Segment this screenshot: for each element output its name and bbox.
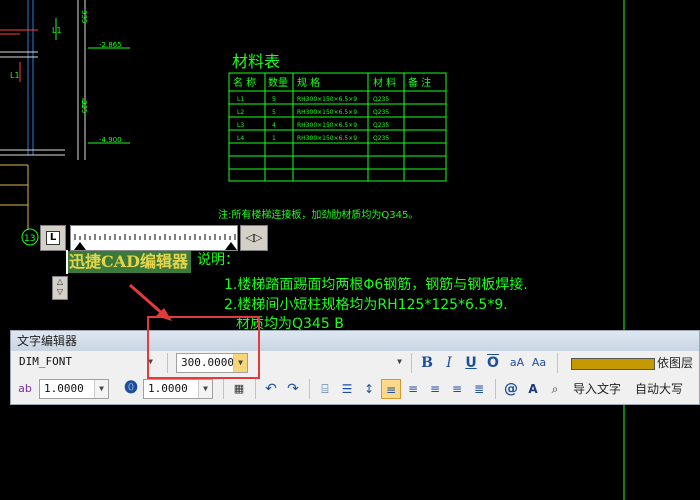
table-cell: L3: [237, 122, 244, 129]
drawing-note: 注:所有楼梯连接板，加劲肋材质均为Q345。: [218, 208, 418, 221]
beam-label-l1-top: L1: [52, 26, 62, 35]
width-factor-icon: ab: [18, 382, 32, 395]
dimension-label: 335: [80, 100, 88, 113]
table-header-cell: 数量: [268, 76, 288, 89]
ruler-bar[interactable]: [70, 225, 238, 251]
find-icon[interactable]: ⌕: [545, 379, 565, 399]
chevron-down-icon[interactable]: ▼: [198, 380, 212, 398]
right-indent-marker: [225, 242, 237, 250]
symbol-icon[interactable]: ▦: [229, 379, 249, 399]
table-header-cell: 规 格: [297, 76, 320, 89]
color-swatch[interactable]: [571, 358, 655, 370]
font-value: DIM_FONT: [19, 355, 72, 368]
table-cell: 5: [272, 109, 276, 116]
overline-button[interactable]: O: [483, 353, 503, 373]
tab-stop-icon: L: [46, 231, 60, 245]
justify-icon[interactable]: ≡: [447, 379, 467, 399]
table-cell: RH300×150×6.5×9: [297, 109, 357, 116]
panel-title: 文字编辑器: [11, 331, 699, 351]
table-cell: Q235: [373, 135, 389, 142]
dimension-label: 335: [80, 10, 88, 23]
divider: [223, 379, 224, 399]
uppercase-button[interactable]: aA: [507, 353, 527, 373]
table-header-cell: 名 称: [233, 76, 256, 89]
indent-marker: [74, 242, 86, 250]
table-cell: RH300×150×6.5×9: [297, 122, 357, 129]
import-text-button[interactable]: 导入文字: [573, 379, 621, 399]
table-header-cell: 备 注: [408, 76, 431, 89]
font-style-icon[interactable]: A: [523, 379, 543, 399]
insert-symbol-icon[interactable]: @: [501, 379, 521, 399]
table-cell: L1: [237, 96, 244, 103]
table-cell: L4: [237, 135, 244, 142]
note-line: 2.楼梯间小短柱规格均为RH125*125*6.5*9.: [224, 297, 508, 313]
ruler-ticks: [74, 234, 237, 250]
align-center-icon[interactable]: ≡: [403, 379, 423, 399]
align-right-icon[interactable]: ≡: [425, 379, 445, 399]
redo-icon[interactable]: ↷: [283, 379, 303, 399]
oblique-icon: ⓿: [124, 381, 138, 396]
width-factor-value: 1.0000: [44, 382, 84, 395]
chevron-down-icon[interactable]: ▼: [94, 380, 108, 398]
table-cell: 1: [272, 135, 276, 142]
height-spin-icon[interactable]: △ ▽: [52, 276, 68, 300]
grid-label: 13: [24, 234, 35, 244]
divider: [557, 353, 558, 373]
italic-button[interactable]: I: [439, 353, 459, 373]
divider: [255, 379, 256, 399]
chevron-down-icon[interactable]: ▼: [393, 353, 406, 371]
editing-text[interactable]: 迅捷CAD编辑器: [68, 251, 191, 273]
width-factor-select[interactable]: 1.0000 ▼: [39, 379, 109, 399]
table-header-cell: 材 料: [373, 76, 396, 89]
line-spacing-icon[interactable]: ↕: [359, 379, 379, 399]
oblique-value: 1.0000: [148, 382, 188, 395]
style-select[interactable]: ▼: [261, 353, 406, 373]
divider: [411, 353, 412, 373]
tab-stop-toggle[interactable]: L: [40, 225, 66, 251]
text-frame-icon[interactable]: ⌸: [315, 379, 335, 399]
notes-heading: 说明：: [197, 252, 239, 268]
divider: [309, 379, 310, 399]
underline-button[interactable]: U: [461, 353, 481, 373]
highlight-box: [147, 316, 260, 379]
table-cell: Q235: [373, 96, 389, 103]
toolbar-row-2: ab 1.0000 ▼ ⓿ 1.0000 ▼ ▦ ↶ ↷ ⌸ ☰ ↕ ≡ ≡ ≡…: [11, 379, 699, 405]
bold-button[interactable]: B: [417, 353, 437, 373]
distribute-icon[interactable]: ≣: [469, 379, 489, 399]
table-cell: RH300×150×6.5×9: [297, 96, 357, 103]
text-editor-panel: 文字编辑器 DIM_FONT ▼ 300.0000 ▼ ▼ B I U O aA…: [10, 330, 700, 405]
layer-label[interactable]: 依图层: [657, 353, 693, 373]
elevation-label: -2.865: [99, 41, 122, 49]
lowercase-button[interactable]: Aa: [529, 353, 549, 373]
table-cell: Q235: [373, 122, 389, 129]
font-select[interactable]: DIM_FONT ▼: [15, 353, 157, 373]
table-cell: 5: [272, 96, 276, 103]
table-title: 材料表: [232, 52, 280, 71]
table-cell: 4: [272, 122, 276, 129]
auto-caps-button[interactable]: 自动大写: [635, 379, 683, 399]
note-line: 1.楼梯踏面踢面均两根Φ6钢筋，钢筋与钢板焊接.: [224, 276, 528, 293]
beam-label-l1: L1: [10, 71, 20, 80]
undo-icon[interactable]: ↶: [261, 379, 281, 399]
list-icon[interactable]: ☰: [337, 379, 357, 399]
divider: [495, 379, 496, 399]
toolbar-row-1: DIM_FONT ▼ 300.0000 ▼ ▼ B I U O aA Aa 依图…: [11, 353, 699, 379]
table-cell: RH300×150×6.5×9: [297, 135, 357, 142]
resize-arrows-icon[interactable]: ◁▷: [240, 225, 268, 251]
oblique-select[interactable]: 1.0000 ▼: [143, 379, 213, 399]
text-ruler: L ◁▷: [40, 225, 268, 251]
table-cell: L2: [237, 109, 244, 116]
elevation-label: -4.900: [99, 136, 122, 144]
align-left-icon[interactable]: ≡: [381, 379, 401, 399]
table-cell: Q235: [373, 109, 389, 116]
